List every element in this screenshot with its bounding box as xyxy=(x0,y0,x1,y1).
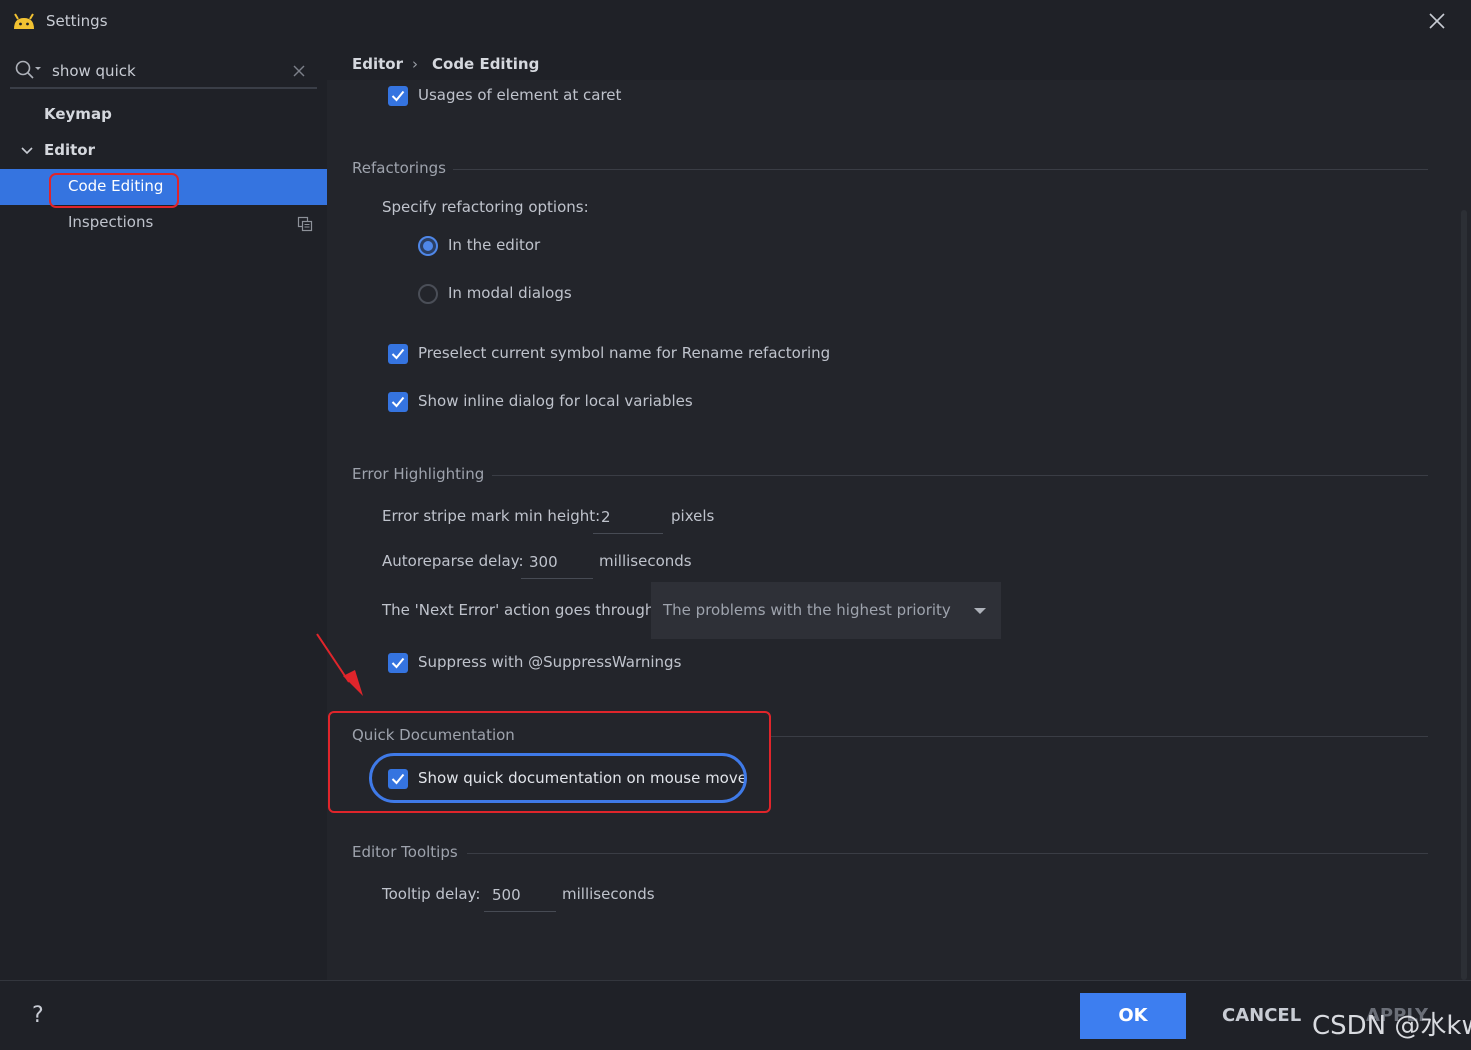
specify-refactoring-label: Specify refactoring options: xyxy=(382,198,589,216)
error-highlighting-section-title: Error Highlighting xyxy=(352,465,485,483)
search-input[interactable] xyxy=(52,60,282,82)
sidebar-item-label: Code Editing xyxy=(68,177,164,195)
tooltip-delay-input[interactable] xyxy=(484,878,556,912)
suppress-warnings-checkbox[interactable] xyxy=(388,653,408,673)
stripe-height-label: Error stripe mark min height: xyxy=(382,507,601,525)
editor-tooltips-section-title: Editor Tooltips xyxy=(352,843,458,861)
suppress-warnings-label: Suppress with @SuppressWarnings xyxy=(418,653,682,671)
dropdown-arrow-icon xyxy=(974,608,986,614)
close-icon[interactable] xyxy=(1426,10,1448,32)
breadcrumb-separator: › xyxy=(412,55,418,73)
section-divider xyxy=(492,475,1428,476)
sidebar-item-code-editing[interactable]: Code Editing xyxy=(0,169,327,205)
usages-checkbox[interactable] xyxy=(388,86,408,106)
refactorings-section-title: Refactorings xyxy=(352,159,446,177)
dialog-footer: ? OK CANCEL APPLY CSDN @水kw xyxy=(0,980,1471,1050)
chevron-down-icon[interactable] xyxy=(20,145,34,157)
ok-button[interactable]: OK xyxy=(1080,993,1186,1039)
checkmark-icon xyxy=(391,90,405,102)
next-error-dropdown[interactable]: The problems with the highest priority xyxy=(651,582,1001,639)
settings-sidebar: Keymap Editor Code Editing Inspections xyxy=(0,42,327,980)
settings-content-panel: Usages of element at caret Refactorings … xyxy=(316,80,1471,980)
autoreparse-unit: milliseconds xyxy=(599,552,692,570)
stripe-height-unit: pixels xyxy=(671,507,715,525)
inline-dialog-label: Show inline dialog for local variables xyxy=(418,392,693,410)
section-divider xyxy=(770,736,1428,737)
breadcrumb: Editor › Code Editing xyxy=(327,42,1471,80)
autoreparse-label: Autoreparse delay: xyxy=(382,552,524,570)
checkmark-icon xyxy=(391,396,405,408)
section-divider xyxy=(453,169,1428,170)
radio-in-the-editor-label: In the editor xyxy=(448,236,541,254)
copy-profile-icon xyxy=(297,216,313,232)
checkmark-icon xyxy=(391,348,405,360)
apply-button[interactable]: APPLY xyxy=(1366,1005,1428,1026)
radio-in-the-editor[interactable] xyxy=(418,236,438,256)
inline-dialog-checkbox[interactable] xyxy=(388,392,408,412)
show-quick-doc-checkbox[interactable] xyxy=(388,769,408,789)
search-icon[interactable] xyxy=(14,59,42,81)
title-bar: Settings xyxy=(0,0,1471,42)
content-scrollbar[interactable] xyxy=(1461,210,1467,980)
android-studio-logo-icon xyxy=(14,13,34,29)
sidebar-item-editor[interactable]: Editor xyxy=(0,133,327,169)
preselect-label: Preselect current symbol name for Rename… xyxy=(418,344,831,362)
search-underline xyxy=(10,87,317,89)
radio-in-modal-dialogs-label: In modal dialogs xyxy=(448,284,572,302)
tooltip-delay-label: Tooltip delay: xyxy=(382,885,481,903)
breadcrumb-code-editing: Code Editing xyxy=(432,55,540,73)
show-quick-doc-label: Show quick documentation on mouse move xyxy=(418,769,747,787)
stripe-height-input[interactable] xyxy=(593,500,663,534)
breadcrumb-editor[interactable]: Editor xyxy=(352,55,403,73)
quick-documentation-section-title: Quick Documentation xyxy=(352,726,515,744)
radio-in-modal-dialogs[interactable] xyxy=(418,284,438,304)
window-title: Settings xyxy=(46,12,108,30)
next-error-selected-value: The problems with the highest priority xyxy=(663,601,951,619)
sidebar-item-inspections[interactable]: Inspections xyxy=(0,205,327,241)
tooltip-delay-unit: milliseconds xyxy=(562,885,655,903)
sidebar-item-label: Keymap xyxy=(44,105,112,123)
next-error-label: The 'Next Error' action goes through: xyxy=(382,601,660,619)
section-divider xyxy=(467,853,1428,854)
autoreparse-input[interactable] xyxy=(521,545,593,579)
clear-search-icon[interactable] xyxy=(291,63,307,79)
checkmark-icon xyxy=(391,773,405,785)
preselect-checkbox[interactable] xyxy=(388,344,408,364)
sidebar-item-label: Editor xyxy=(44,141,95,159)
cancel-button[interactable]: CANCEL xyxy=(1222,1005,1301,1026)
usages-label: Usages of element at caret xyxy=(418,86,622,104)
sidebar-item-keymap[interactable]: Keymap xyxy=(0,97,327,133)
checkmark-icon xyxy=(391,657,405,669)
sidebar-item-label: Inspections xyxy=(68,213,154,231)
help-button[interactable]: ? xyxy=(32,1003,44,1028)
